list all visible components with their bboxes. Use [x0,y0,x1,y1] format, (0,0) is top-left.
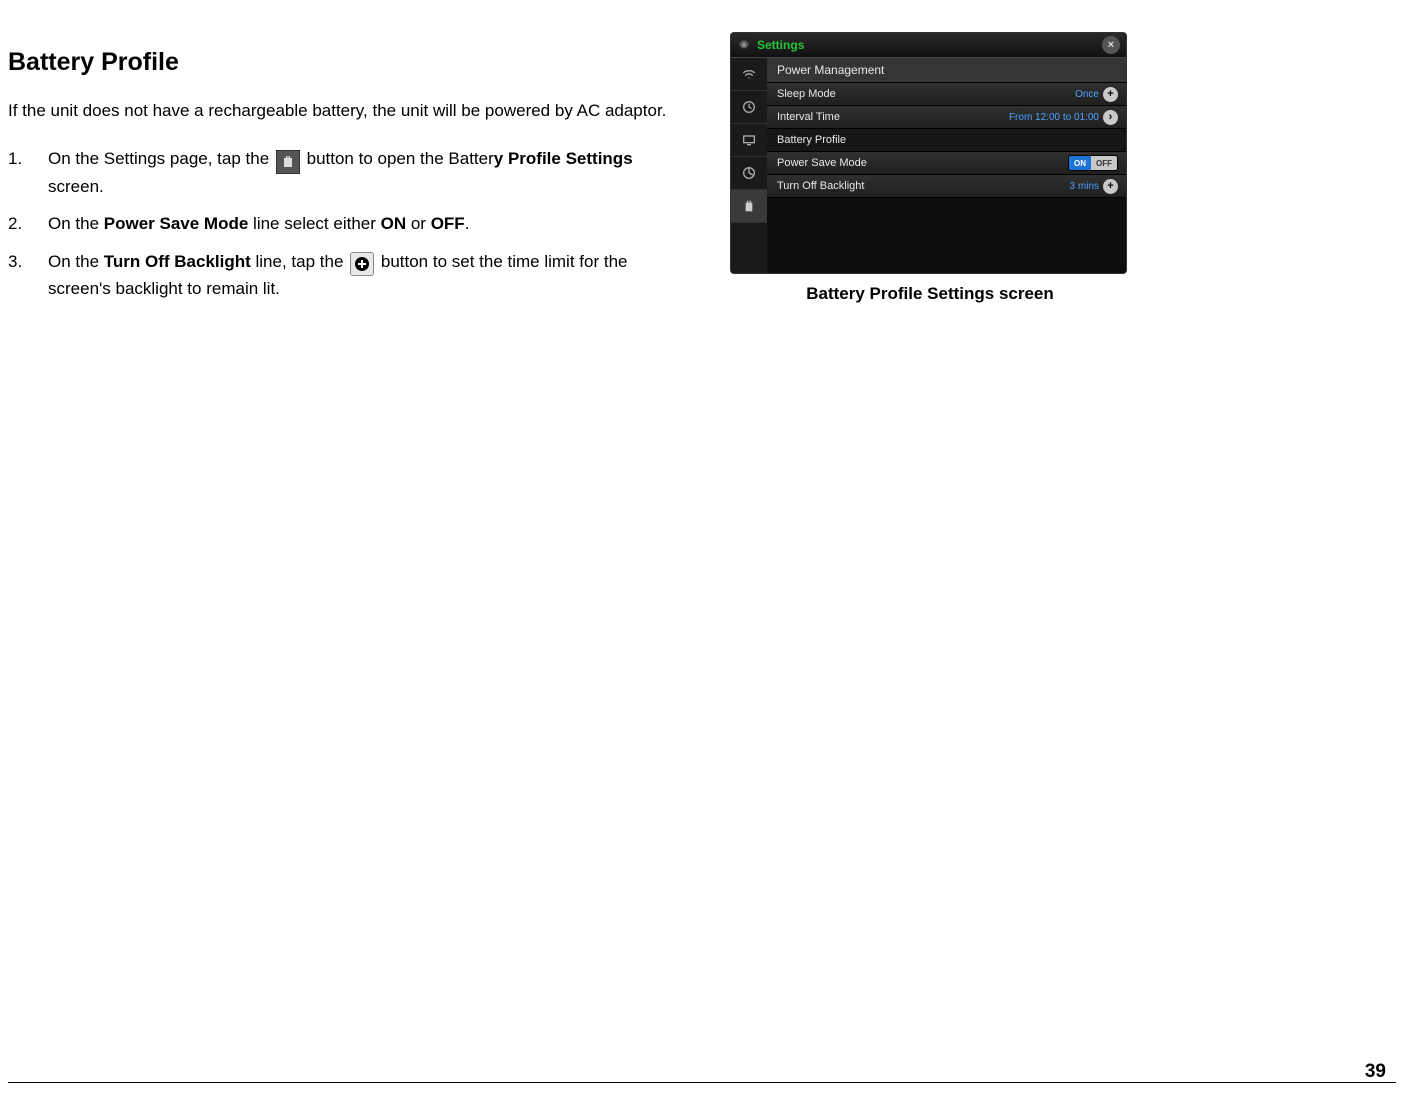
step-1: On the Settings page, tap the button to … [8,146,688,200]
row-power-save-mode[interactable]: Power Save Mode ON OFF [767,152,1126,175]
step-3-text-a: On the [48,252,104,271]
sidebar-item-clock[interactable] [731,91,767,124]
text-column: Battery Profile If the unit does not hav… [8,48,688,313]
step-1-text-b: button to open the Batter [307,149,494,168]
step-3-bold-1: Turn Off Backlight [104,252,251,271]
section-header: Power Management [767,58,1126,83]
step-2-text-d: . [465,214,470,233]
intro-paragraph: If the unit does not have a rechargeable… [8,99,688,124]
step-2-bold-2: ON [381,214,407,233]
step-3: On the Turn Off Backlight line, tap the … [8,249,688,302]
sidebar-item-battery[interactable] [731,190,767,223]
sidebar-item-wireless[interactable] [731,58,767,91]
page-title: Battery Profile [8,48,688,77]
settings-panel: Power Management Sleep Mode Once + Inter… [767,58,1126,274]
window-title: Settings [757,38,804,52]
window-body: Power Management Sleep Mode Once + Inter… [731,58,1126,274]
row-sleep-mode-value-group: Once + [1075,87,1118,102]
step-2: On the Power Save Mode line select eithe… [8,211,688,237]
toggle-on[interactable]: ON [1069,156,1091,170]
step-1-bold: y Profile Settings [494,149,633,168]
page: Battery Profile If the unit does not hav… [0,0,1406,1117]
row-sleep-mode-label: Sleep Mode [777,88,836,100]
row-turn-off-backlight-label: Turn Off Backlight [777,180,864,192]
sidebar-item-display[interactable] [731,124,767,157]
page-number: 39 [1365,1061,1386,1083]
steps-list: On the Settings page, tap the button to … [8,146,688,302]
close-icon[interactable]: × [1102,36,1120,54]
row-battery-profile: Battery Profile [767,129,1126,152]
plus-icon[interactable]: + [1103,87,1118,102]
figure-column: Settings × [730,32,1130,304]
row-sleep-mode[interactable]: Sleep Mode Once + [767,83,1126,106]
step-1-text-c: screen. [48,177,104,196]
step-2-bold-1: Power Save Mode [104,214,249,233]
row-interval-time-label: Interval Time [777,111,840,123]
step-3-text-b: line, tap the [251,252,348,271]
gear-icon [737,38,751,52]
battery-icon [276,150,300,174]
row-power-save-mode-label: Power Save Mode [777,157,867,169]
step-2-text-b: line select either [248,214,380,233]
row-turn-off-backlight-value: 3 mins [1070,181,1099,192]
row-interval-time[interactable]: Interval Time From 12:00 to 01:00 [767,106,1126,129]
toggle-off[interactable]: OFF [1091,156,1117,170]
row-turn-off-backlight[interactable]: Turn Off Backlight 3 mins + [767,175,1126,198]
window-titlebar: Settings × [731,33,1126,58]
power-save-toggle[interactable]: ON OFF [1068,155,1118,171]
row-turn-off-backlight-value-group: 3 mins + [1070,179,1118,194]
page-footer: 39 [8,1082,1396,1087]
step-2-text-c: or [406,214,431,233]
arrow-icon[interactable] [1103,110,1118,125]
plus-icon[interactable]: + [1103,179,1118,194]
step-2-bold-3: OFF [431,214,465,233]
sidebar-item-storage[interactable] [731,157,767,190]
row-interval-time-value-group: From 12:00 to 01:00 [1009,110,1118,125]
sidebar [731,58,767,274]
step-1-text-a: On the Settings page, tap the [48,149,274,168]
row-interval-time-value: From 12:00 to 01:00 [1009,112,1099,123]
window-title-group: Settings [737,38,804,52]
plus-icon [350,252,374,276]
figure-caption: Battery Profile Settings screen [730,284,1130,304]
settings-screenshot: Settings × [730,32,1127,274]
row-sleep-mode-value: Once [1075,89,1099,100]
row-battery-profile-label: Battery Profile [777,134,846,146]
step-2-text-a: On the [48,214,104,233]
